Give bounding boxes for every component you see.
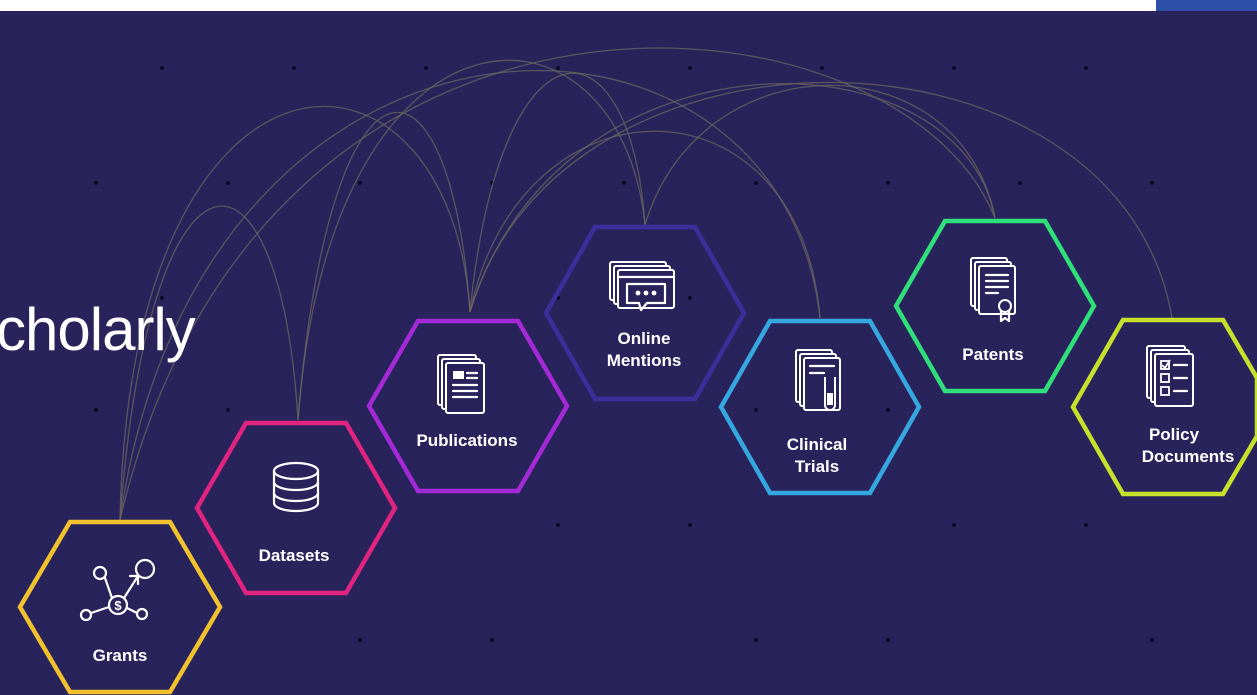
browser-chat-icon <box>609 261 676 312</box>
hexagon-datasets <box>194 420 398 596</box>
arc-grants-patents <box>119 47 996 521</box>
publications-label: Publications <box>416 431 517 450</box>
policy-documents-label-line1: Policy <box>1149 425 1200 444</box>
arc-grants-datasets <box>119 205 299 521</box>
node-policy-documents: Policy Documents <box>1070 317 1257 497</box>
online-mentions-label-line1: Online <box>618 329 671 348</box>
svg-text:$: $ <box>114 598 122 613</box>
database-icon <box>272 461 320 513</box>
heading-text: cholarly <box>0 296 196 363</box>
clinical-trials-label-line1: Clinical <box>787 435 847 454</box>
arc-grants-clinical <box>119 69 821 521</box>
hexagon-online-mentions <box>543 224 747 402</box>
infographic: $ Grants Datasets Publications Online Me… <box>0 0 1257 695</box>
certificate-icon <box>970 257 1016 323</box>
arc-publications-policy <box>469 81 1173 319</box>
grants-label: Grants <box>93 646 148 665</box>
node-patents: Patents <box>893 218 1097 394</box>
clinical-trials-label-line2: Trials <box>795 457 839 476</box>
datasets-label: Datasets <box>259 546 330 565</box>
policy-documents-label-line2: Documents <box>1142 447 1235 466</box>
grants-network-icon: $ <box>79 558 156 622</box>
arc-mentions-patents <box>644 84 996 226</box>
node-grants: $ Grants <box>17 519 223 695</box>
node-datasets: Datasets <box>194 420 398 596</box>
node-online-mentions: Online Mentions <box>543 224 747 402</box>
online-mentions-label-line2: Mentions <box>607 351 682 370</box>
node-publications: Publications <box>366 318 570 494</box>
arc-publications-patents <box>469 83 996 313</box>
patents-label: Patents <box>962 345 1023 364</box>
test-tube-document-icon <box>795 349 841 411</box>
checklist-icon <box>1146 345 1194 407</box>
node-clinical-trials: Clinical Trials <box>718 318 922 496</box>
document-stack-icon <box>437 354 485 414</box>
